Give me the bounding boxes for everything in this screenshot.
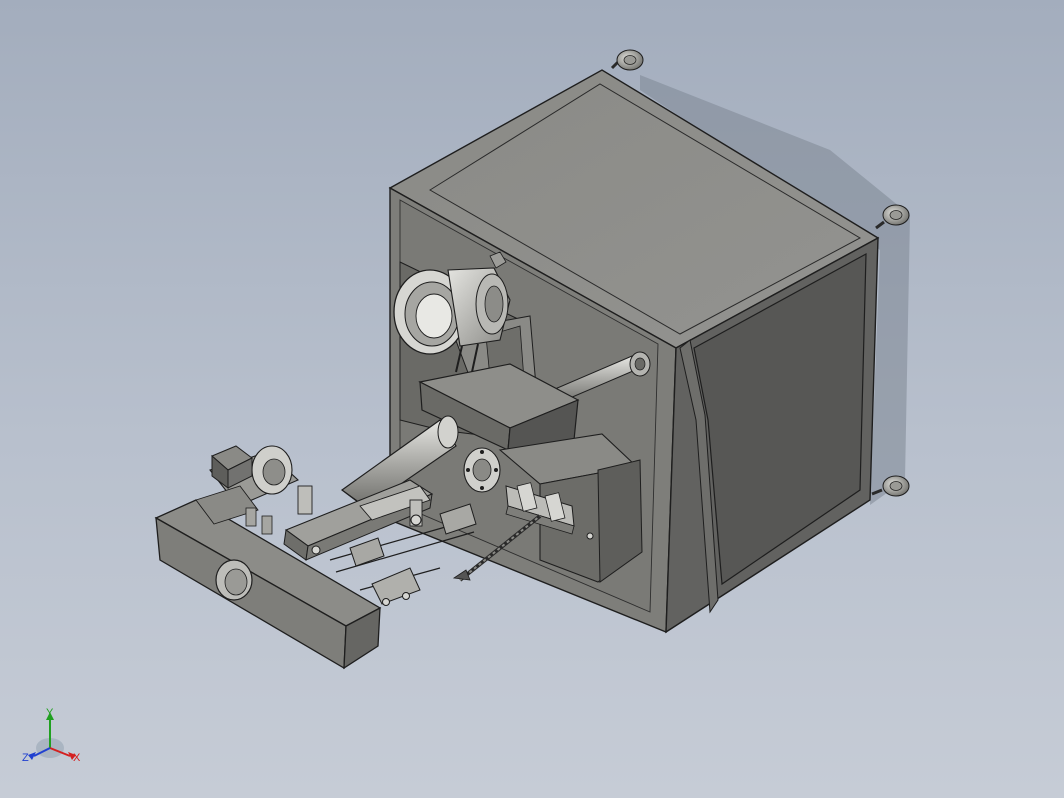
gear-wheel (463, 447, 501, 493)
foot-top-left (610, 49, 644, 71)
orientation-triad[interactable]: Y X Z (22, 707, 81, 764)
cad-model-canvas: Y X Z (22, 49, 910, 764)
triad-x-label: X (73, 752, 81, 764)
triad-z-label: Z (22, 752, 29, 764)
cad-viewport[interactable]: Y X Z (0, 0, 1064, 798)
triad-y-label: Y (46, 707, 54, 719)
